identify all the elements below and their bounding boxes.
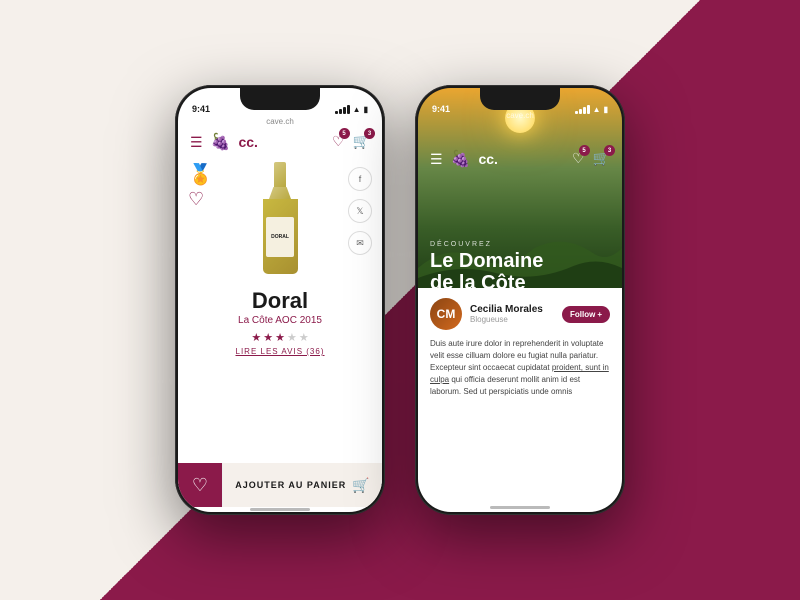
award-icon: 🏅 xyxy=(188,162,213,187)
wishlist-button-1[interactable]: ♡ 5 xyxy=(332,133,345,151)
phone-1: 9:41 ▲ ▮ cave.ch ☰ 🍇 cc. ♡ xyxy=(175,85,385,515)
bottle-body: DORAL xyxy=(263,199,298,274)
battery-icon: ▮ xyxy=(364,105,368,114)
star-1: ★ xyxy=(251,331,261,344)
home-bar-1 xyxy=(250,508,310,511)
url-bar-2: cave.ch xyxy=(418,110,622,121)
nav-icons-2: ♡ 5 🛒 3 xyxy=(572,150,610,168)
bottom-action-bar: ♡ AJOUTER AU PANIER 🛒 xyxy=(178,463,382,507)
hero-text-area: DÉCOUVREZ Le Domaine de la Côte xyxy=(418,233,622,512)
add-to-wishlist-button[interactable]: ♡ xyxy=(178,463,222,507)
status-icons-1: ▲ ▮ xyxy=(335,105,368,114)
logo-text-2: cc. xyxy=(478,151,497,167)
facebook-icon[interactable]: f xyxy=(348,167,372,191)
nav-bar-1: ☰ 🍇 cc. ♡ 5 🛒 3 xyxy=(178,127,382,157)
wishlist-badge-2: 5 xyxy=(579,145,590,156)
star-4: ★ xyxy=(287,331,297,344)
wine-rating: ★ ★ ★ ★ ★ xyxy=(251,331,308,344)
twitter-icon[interactable]: 𝕏 xyxy=(348,199,372,223)
notch-1 xyxy=(240,88,320,110)
domaine-line-1: Le Domaine xyxy=(430,250,543,272)
star-5: ★ xyxy=(299,331,309,344)
phone-2-screen: 9:41 ▲ ▮ cave.ch ☰ 🍇 cc. ♡ xyxy=(418,88,622,512)
bottle-label-text: DORAL xyxy=(271,234,289,240)
add-to-cart-label: AJOUTER AU PANIER xyxy=(235,480,346,490)
wifi-icon: ▲ xyxy=(353,105,361,114)
nav-icons-1: ♡ 5 🛒 3 xyxy=(332,133,370,151)
email-icon[interactable]: ✉ xyxy=(348,231,372,255)
wine-subtitle: La Côte AOC 2015 xyxy=(238,315,322,326)
wishlist-button-2[interactable]: ♡ 5 xyxy=(572,150,585,168)
phone-1-screen: 9:41 ▲ ▮ cave.ch ☰ 🍇 cc. ♡ xyxy=(178,88,382,512)
logo-text-1: cc. xyxy=(238,134,257,150)
wishlist-heart-icon: ♡ xyxy=(192,475,208,496)
domaine-title: Le Domaine de la Côte xyxy=(430,250,610,294)
wine-name: Doral xyxy=(252,288,308,314)
discover-label: DÉCOUVREZ xyxy=(430,241,610,248)
cart-button-1[interactable]: 🛒 3 xyxy=(353,133,370,151)
product-content: 🏅 ♡ f 𝕏 ✉ DORAL Doral La Côte AOC 2015 xyxy=(178,157,382,463)
wishlist-badge-1: 5 xyxy=(339,128,350,139)
wine-bottle-image: DORAL xyxy=(255,162,305,282)
social-share-icons: f 𝕏 ✉ xyxy=(348,167,372,255)
hamburger-icon-1[interactable]: ☰ xyxy=(190,134,203,151)
phone-2: 9:41 ▲ ▮ cave.ch ☰ 🍇 cc. ♡ xyxy=(415,85,625,515)
favorite-icon[interactable]: ♡ xyxy=(188,189,204,210)
add-to-cart-button[interactable]: AJOUTER AU PANIER 🛒 xyxy=(222,463,382,507)
reviews-link[interactable]: LIRE LES AVIS (36) xyxy=(236,347,325,356)
bottle-label: DORAL xyxy=(266,217,294,257)
grape-icon-1: 🍇 xyxy=(211,132,231,152)
cart-button-2[interactable]: 🛒 3 xyxy=(593,150,610,168)
bottle-neck xyxy=(274,162,286,187)
hamburger-icon-2[interactable]: ☰ xyxy=(430,151,443,168)
signal-icon xyxy=(335,105,350,114)
grape-icon-2: 🍇 xyxy=(451,149,471,169)
star-3: ★ xyxy=(275,331,285,344)
star-2: ★ xyxy=(263,331,273,344)
cart-badge-1: 3 xyxy=(364,128,375,139)
cart-badge-2: 3 xyxy=(604,145,615,156)
nav-bar-2: ☰ 🍇 cc. ♡ 5 🛒 3 xyxy=(418,144,622,174)
bottle-shoulder xyxy=(269,187,291,199)
home-indicator-1 xyxy=(178,507,382,512)
cart-icon-bottom: 🛒 xyxy=(352,477,369,494)
url-bar-1: cave.ch xyxy=(178,116,382,127)
time-1: 9:41 xyxy=(192,104,210,114)
domaine-line-2: de la Côte xyxy=(430,272,526,294)
